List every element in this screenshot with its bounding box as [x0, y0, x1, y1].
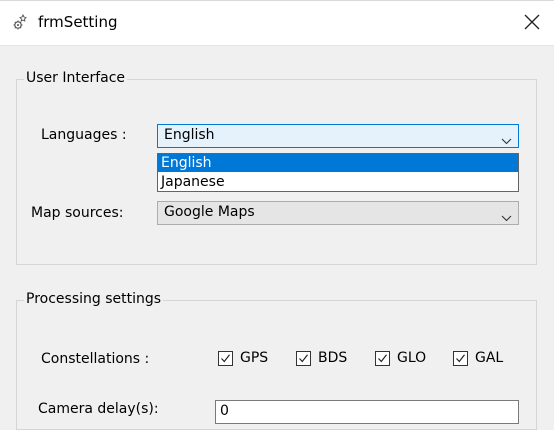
camera-delay-value: 0: [220, 403, 229, 419]
map-sources-combobox[interactable]: Google Maps: [157, 201, 519, 225]
languages-dropdown-list: English Japanese: [157, 153, 519, 192]
checkbox-checked-icon: [296, 351, 311, 366]
gps-label: GPS: [240, 350, 269, 366]
checkbox-checked-icon: [375, 351, 390, 366]
chevron-down-icon: [501, 133, 512, 149]
map-sources-value: Google Maps: [164, 204, 255, 220]
title-bar: frmSetting: [0, 0, 554, 46]
checkbox-checked-icon: [218, 351, 233, 366]
chevron-down-icon: [501, 210, 512, 226]
gear-sparkle-icon: [12, 13, 30, 31]
languages-combobox[interactable]: English: [157, 124, 519, 148]
camera-delay-input[interactable]: 0: [215, 400, 519, 424]
language-option-japanese[interactable]: Japanese: [158, 173, 518, 191]
languages-label: Languages :: [41, 127, 127, 143]
constellations-label: Constellations :: [41, 351, 150, 367]
languages-value: English: [164, 127, 215, 143]
checkbox-checked-icon: [453, 351, 468, 366]
glo-label: GLO: [397, 350, 427, 366]
processing-settings-group-title: Processing settings: [24, 291, 164, 307]
user-interface-group-title: User Interface: [24, 70, 128, 86]
top-border: [0, 0, 554, 1]
bds-label: BDS: [318, 350, 348, 366]
language-option-english[interactable]: English: [158, 154, 518, 172]
window-title: frmSetting: [38, 13, 118, 31]
map-sources-label: Map sources:: [31, 205, 124, 221]
camera-delay-label: Camera delay(s):: [38, 401, 159, 417]
close-button[interactable]: [510, 0, 554, 45]
gal-label: GAL: [475, 350, 504, 366]
